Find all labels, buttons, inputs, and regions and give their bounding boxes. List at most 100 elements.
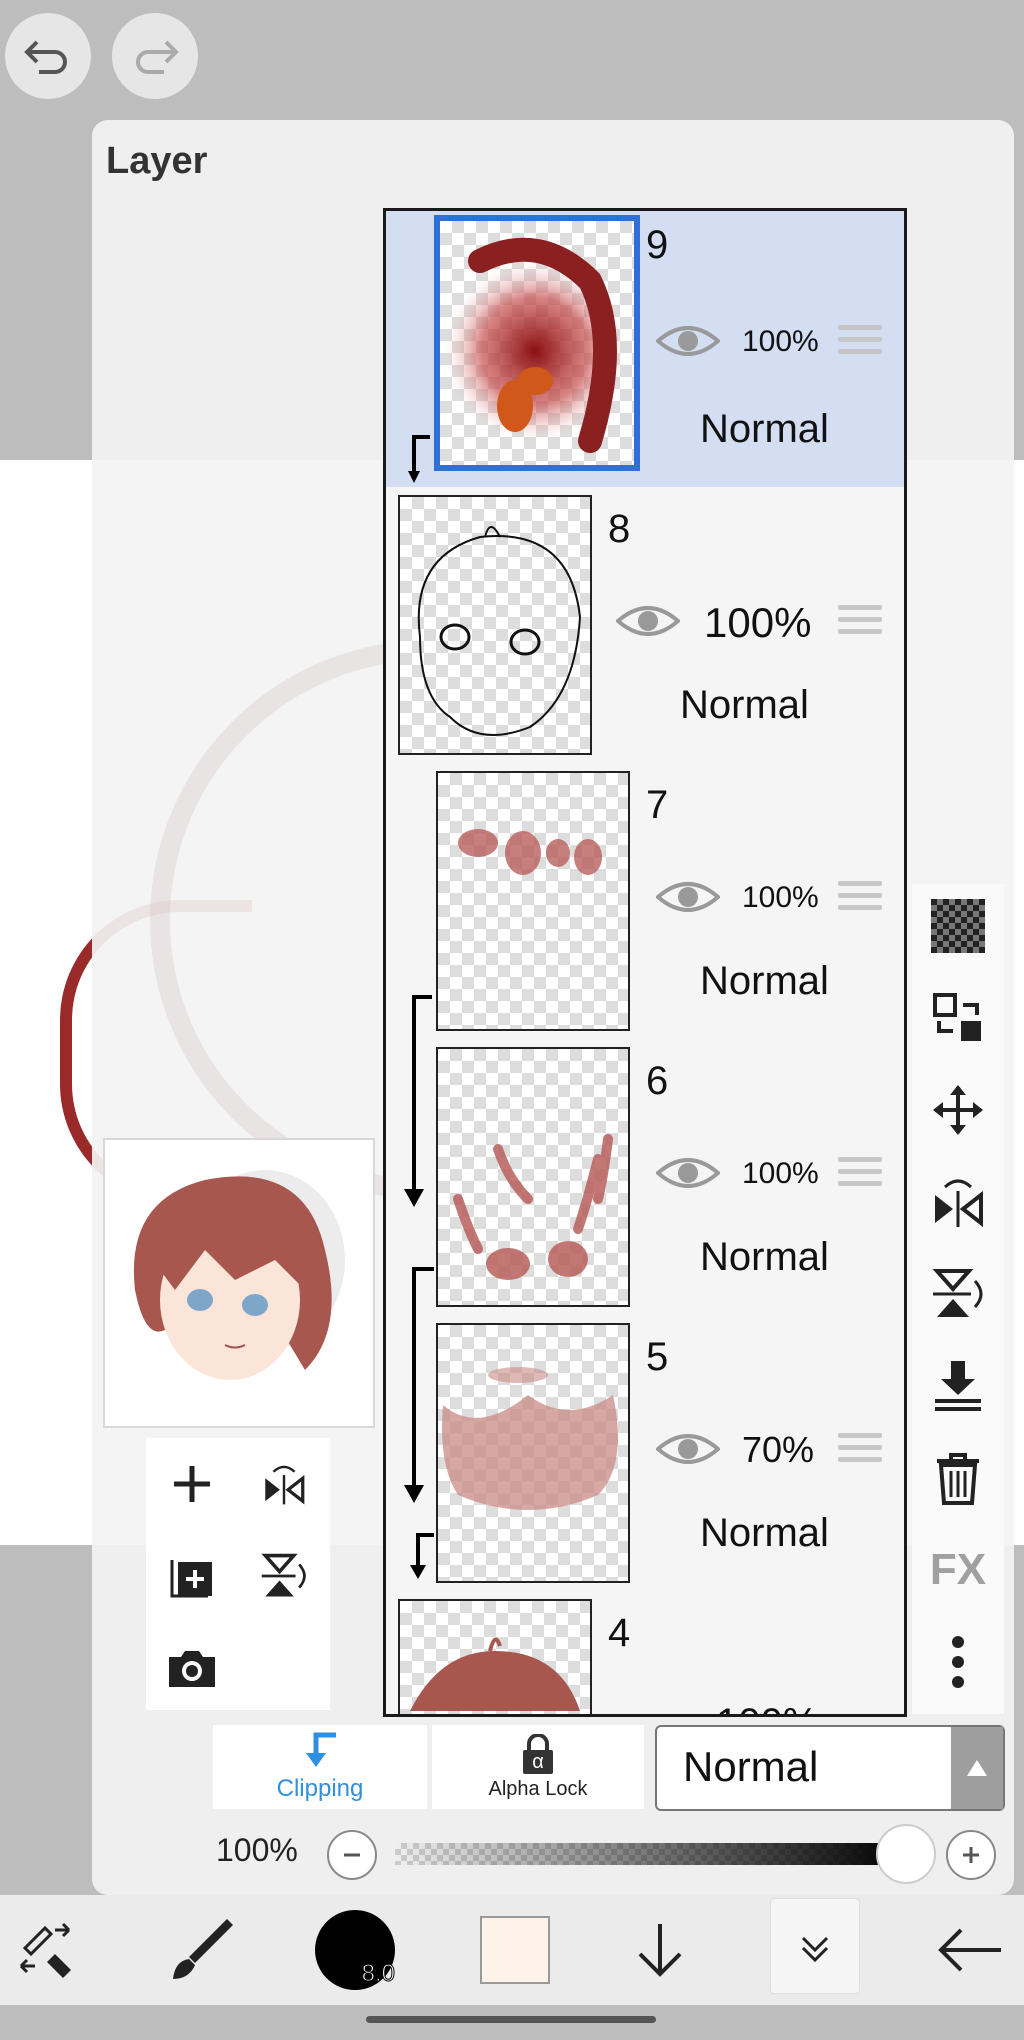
layer-thumbnail	[398, 495, 592, 755]
brush-size-value: 8.0	[361, 1960, 395, 1988]
undo-icon	[24, 40, 67, 74]
transfer-icon[interactable]	[928, 988, 988, 1048]
opacity-increase-button[interactable]	[946, 1830, 996, 1880]
redo-icon	[136, 40, 179, 74]
add-layer-button[interactable]	[146, 1438, 238, 1530]
undo-button[interactable]	[5, 13, 91, 99]
drag-handle-icon[interactable]	[838, 325, 882, 359]
layer-thumbnail	[436, 771, 630, 1031]
clipping-button[interactable]: Clipping	[213, 1725, 427, 1809]
brush-size-icon: 8.0	[315, 1910, 396, 1990]
home-indicator[interactable]	[366, 2016, 656, 2023]
camera-button[interactable]	[146, 1622, 238, 1714]
layer-tools-toolbar: FX	[912, 884, 1004, 1714]
panel-title: Layer	[106, 140, 208, 182]
brush-icon	[173, 1919, 233, 1979]
layer-row[interactable]: 9 100% Normal	[386, 211, 904, 489]
layer-blend-mode: Normal	[700, 959, 829, 1003]
clip-arrow-icon	[404, 1039, 434, 1315]
layer-blend-mode: Normal	[700, 1235, 829, 1279]
clipping-icon	[306, 1732, 336, 1767]
back-arrow-icon	[938, 1928, 1001, 1972]
drag-handle-icon[interactable]	[838, 1157, 882, 1191]
flip-horizontal-icon	[265, 1465, 305, 1505]
flip-vertical-icon	[261, 1553, 306, 1597]
layer-number: 4	[608, 1611, 631, 1655]
double-chevron-down-icon	[801, 1936, 829, 1963]
visibility-icon[interactable]	[656, 1153, 720, 1193]
layer-number: 5	[646, 1335, 669, 1379]
brush-button[interactable]	[157, 1905, 247, 1995]
layer-opacity: 100%	[742, 881, 819, 914]
layer-opacity: 100%	[742, 1157, 819, 1190]
redo-button[interactable]	[112, 13, 198, 99]
layer-number: 9	[646, 223, 669, 267]
opacity-slider[interactable]	[395, 1843, 905, 1865]
canvas-preview[interactable]	[103, 1138, 375, 1428]
down-arrow-icon	[638, 1924, 682, 1977]
visibility-icon[interactable]	[656, 1429, 720, 1469]
brush-size-button[interactable]: 8.0	[310, 1905, 400, 1995]
layer-opacity: 100%	[742, 325, 819, 358]
layer-blend-mode: Normal	[700, 407, 829, 451]
color-swatch-icon	[480, 1916, 550, 1984]
back-button[interactable]	[925, 1905, 1015, 1995]
visibility-icon[interactable]	[656, 321, 720, 361]
layer-blend-mode: Normal	[680, 683, 809, 727]
drag-handle-icon[interactable]	[838, 1433, 882, 1467]
selection-tool-icon	[19, 1922, 71, 1978]
opacity-slider-handle[interactable]	[876, 1824, 936, 1884]
minus-icon	[344, 1853, 360, 1857]
fx-icon[interactable]: FX	[928, 1540, 988, 1600]
lock-icon: α	[521, 1733, 555, 1774]
add-layer-icon	[170, 1560, 212, 1598]
trash-icon[interactable]	[928, 1448, 988, 1508]
flip-vertical-button[interactable]	[238, 1530, 330, 1622]
layer-down-button[interactable]	[615, 1905, 705, 1995]
layer-row[interactable]: 4 100%	[386, 1591, 904, 1714]
collapse-button[interactable]	[770, 1898, 860, 1994]
layer-opacity: 100%	[704, 599, 812, 646]
alpha-lock-button[interactable]: α Alpha Lock	[432, 1725, 644, 1809]
clipping-label: Clipping	[276, 1775, 364, 1802]
transparency-icon[interactable]	[928, 896, 988, 956]
layer-opacity: 70%	[742, 1429, 815, 1470]
plus-icon	[963, 1847, 979, 1863]
layer-number: 6	[646, 1059, 669, 1103]
layer-row[interactable]: 5 70% Normal	[386, 1315, 904, 1593]
more-icon[interactable]	[928, 1632, 988, 1692]
color-swatch-button[interactable]	[470, 1905, 560, 1995]
clip-arrow-icon	[404, 1315, 434, 1579]
camera-icon	[169, 1651, 215, 1687]
layer-row[interactable]: 7 100% Normal	[386, 763, 904, 1041]
visibility-icon[interactable]	[616, 601, 680, 641]
blend-mode-select[interactable]: Normal	[655, 1725, 1005, 1811]
alpha-lock-label: Alpha Lock	[488, 1777, 588, 1800]
layer-thumbnail	[436, 1047, 630, 1307]
move-icon[interactable]	[928, 1080, 988, 1140]
layer-thumbnail	[398, 1599, 592, 1714]
layer-number: 7	[646, 783, 669, 827]
flip-layer-button[interactable]	[238, 1438, 330, 1530]
layer-actions	[146, 1438, 330, 1710]
selection-tool-button[interactable]	[5, 1905, 95, 1995]
layer-list[interactable]: 9 100% Normal 8 100% Normal 7 100% Norma…	[383, 208, 907, 1717]
drag-handle-icon[interactable]	[838, 881, 882, 915]
dropdown-arrow-icon[interactable]	[951, 1727, 1003, 1809]
clip-arrow-icon	[412, 995, 432, 1039]
layer-thumbnail	[436, 1323, 630, 1583]
layer-number: 8	[608, 507, 631, 551]
clip-arrow-icon	[408, 435, 430, 483]
flip-vertical-icon[interactable]	[928, 1264, 988, 1324]
drag-handle-icon[interactable]	[838, 605, 882, 639]
layer-row[interactable]: 6 100% Normal	[386, 1039, 904, 1317]
visibility-icon[interactable]	[656, 877, 720, 917]
layer-opacity: 100%	[716, 1701, 818, 1714]
opacity-decrease-button[interactable]	[327, 1830, 377, 1880]
add-layer-copy-button[interactable]	[146, 1530, 238, 1622]
layer-thumbnail	[434, 215, 640, 471]
flip-horizontal-icon[interactable]	[928, 1172, 988, 1232]
layer-blend-mode: Normal	[700, 1511, 829, 1555]
merge-down-icon[interactable]	[928, 1356, 988, 1416]
layer-row[interactable]: 8 100% Normal	[386, 487, 904, 765]
